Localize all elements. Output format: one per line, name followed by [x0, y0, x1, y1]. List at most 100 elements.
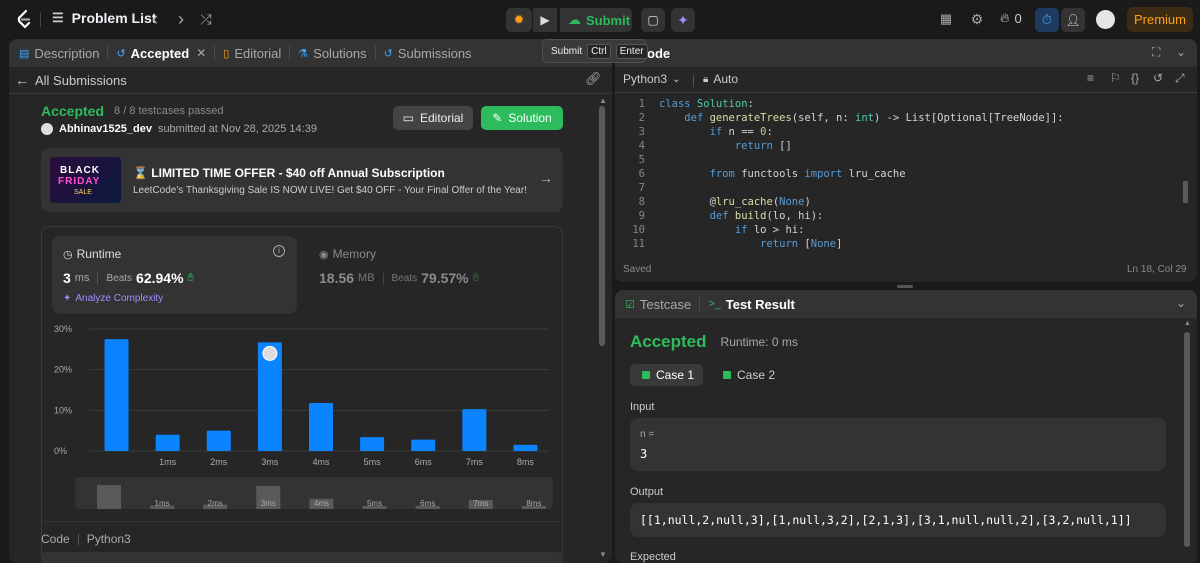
pencil-icon: ✎ [492, 111, 503, 125]
panel-resize-handle[interactable] [897, 285, 913, 288]
link-icon[interactable]: 🔗︎ [585, 71, 602, 87]
problem-list-button[interactable]: ☰ Problem List [52, 10, 156, 26]
leetcode-logo[interactable] [14, 9, 34, 29]
arrow-right-icon[interactable]: → [539, 170, 553, 186]
memory-card[interactable]: ◉ Memory 18.56 MB Beats 79.57% ✋︎ [309, 236, 554, 314]
info-icon[interactable]: i [273, 245, 285, 257]
code-line[interactable]: 5 [615, 153, 1180, 167]
tab-solutions[interactable]: ⚗ Solutions [290, 39, 374, 67]
tab-testcase[interactable]: ☑ Testcase [615, 290, 699, 318]
test-status: Accepted [630, 332, 707, 351]
tab-test-result[interactable]: >_ Test Result [700, 290, 803, 318]
timer-button[interactable]: ⏱ [1035, 8, 1059, 32]
add-user-icon: 👤︎ [1065, 13, 1081, 27]
next-problem-icon[interactable]: › [172, 8, 190, 30]
left-scrollbar-track[interactable]: ▲ ▼ [598, 94, 607, 563]
auto-mode[interactable]: 🔒︎ Auto [703, 72, 738, 86]
code-line[interactable]: 2 def generateTrees(self, n: int) -> Lis… [615, 111, 1180, 125]
bookmark-icon[interactable]: ⚐ [1110, 71, 1121, 85]
code-line[interactable]: 8 @lru_cache(None) [615, 195, 1180, 209]
line-number: 6 [638, 168, 645, 180]
collapse-icon[interactable]: ⌄ [1176, 45, 1186, 59]
layout-icon[interactable]: ▦ [937, 10, 955, 28]
ai-button[interactable]: ✦ [671, 8, 695, 32]
editor-scrollbar-thumb[interactable] [1183, 181, 1188, 203]
code-line[interactable]: 10 if lo > hi: [615, 223, 1180, 237]
auto-label: Auto [713, 72, 739, 86]
all-submissions-link[interactable]: ← All Submissions [15, 72, 127, 88]
line-number: 8 [638, 196, 645, 208]
close-icon[interactable]: ✕ [196, 46, 206, 60]
tooltip-key-enter: Enter [615, 43, 648, 59]
analyze-complexity-label: Analyze Complexity [75, 293, 164, 304]
tab-editorial[interactable]: ▯ Editorial [215, 39, 289, 67]
promo-banner[interactable]: BLACK FRIDAY SALE ⌛ LIMITED TIME OFFER -… [41, 148, 563, 212]
range-selector[interactable]: 1ms 2ms 3ms 4ms 5ms 6ms 7ms 8ms [75, 477, 553, 509]
solution-button-label: Solution [508, 111, 552, 125]
line-number: 5 [638, 154, 645, 166]
reset-icon[interactable]: ↺ [1153, 71, 1163, 85]
avatar[interactable] [1096, 10, 1115, 29]
format-icon[interactable]: ≡ [1087, 71, 1094, 85]
x-tick-label: 5ms [364, 457, 382, 467]
tab-submissions[interactable]: ↺ Submissions [376, 39, 480, 67]
settings-icon[interactable]: ⚙ [968, 10, 986, 28]
tab-accepted[interactable]: ↺ Accepted ✕ [108, 39, 214, 67]
chart-bar [360, 437, 385, 451]
shuffle-icon[interactable]: ⤮ [196, 9, 216, 29]
input-box[interactable]: n = 3 [630, 418, 1166, 471]
flame-icon: 🔥︎ [1000, 10, 1010, 25]
language-select[interactable]: Python3 ⌄ [623, 72, 680, 86]
prev-problem-icon[interactable]: ‹ [146, 8, 164, 30]
runtime-distribution-chart: 30% 20% 10% 0% 1ms 2ms 3ms 4ms 5ms 6ms 7ms 8ms [54, 324, 549, 467]
mini-bar [97, 485, 121, 509]
output-box[interactable]: [[1,null,2,null,3],[1,null,3,2],[2,1,3],… [630, 503, 1166, 537]
terminal-icon: >_ [708, 298, 721, 310]
code-content[interactable]: 1 class Solution: 2 def generateTrees(self… [615, 97, 1180, 250]
range-selector-mini-chart: 1ms 2ms 3ms 4ms 5ms 6ms 7ms 8ms [97, 485, 546, 509]
code-line[interactable]: 11 return [None] [615, 237, 1180, 250]
x-tick-label: 1ms [159, 457, 177, 467]
premium-button[interactable]: Premium [1127, 7, 1193, 32]
input-variable: n = [640, 429, 655, 440]
flask-icon: ⚗ [298, 47, 309, 60]
stopwatch-icon: ⏱ [1041, 12, 1053, 27]
code-line[interactable]: 3 if n == 0: [615, 125, 1180, 139]
mini-tick-label: 7ms [473, 499, 488, 508]
cursor-position: Ln 18, Col 29 [1127, 264, 1187, 275]
invite-button[interactable]: 👤︎ [1061, 8, 1085, 32]
note-icon: ▢ [647, 13, 659, 27]
submit-button[interactable]: ☁ Submit [560, 8, 632, 32]
case-2-tab[interactable]: Case 2 [713, 364, 786, 386]
code-line[interactable]: 6 from functools import lru_cache [615, 167, 1180, 181]
case-1-tab[interactable]: Case 1 [630, 364, 703, 386]
run-button[interactable]: ▶ [533, 8, 557, 32]
runtime-card[interactable]: ◷ Runtime i 3 ms Beats 62.94% ✋︎ ✦ Analy… [52, 236, 297, 314]
submissions-icon: ↺ [383, 47, 393, 60]
braces-icon[interactable]: {} [1131, 71, 1139, 85]
code-block [41, 552, 563, 563]
expand-icon[interactable]: ⛶ [1152, 45, 1160, 60]
code-line[interactable]: 4 return [] [615, 139, 1180, 153]
solution-button[interactable]: ✎ Solution [481, 106, 563, 130]
editorial-button[interactable]: ▭ Editorial [393, 106, 473, 130]
analyze-complexity-link[interactable]: ✦ Analyze Complexity [63, 293, 163, 304]
maximize-icon[interactable]: ⤢ [1175, 71, 1185, 86]
chart-bar [411, 439, 436, 451]
code-language: Python3 [86, 532, 131, 546]
notes-button[interactable]: ▢ [641, 8, 665, 32]
collapse-panel-icon[interactable]: ⌄ [1176, 296, 1186, 310]
username[interactable]: Abhinav1525_dev [59, 123, 152, 135]
tab-description[interactable]: ▤ Description [9, 39, 107, 67]
code-line[interactable]: 9 def build(lo, hi): [615, 209, 1180, 223]
debug-button[interactable]: ✹ [506, 8, 532, 32]
left-scrollbar-thumb[interactable] [599, 106, 605, 346]
result-scrollbar-thumb[interactable] [1184, 332, 1190, 547]
case-2-check-icon [723, 371, 731, 379]
code-line[interactable]: 1 class Solution: [615, 97, 1180, 111]
line-number: 1 [638, 98, 645, 110]
streak-counter[interactable]: 🔥︎ 0 [1000, 10, 1022, 26]
line-number: 9 [638, 210, 645, 222]
code-line[interactable]: 7 [615, 181, 1180, 195]
line-text: return [] [734, 140, 792, 152]
